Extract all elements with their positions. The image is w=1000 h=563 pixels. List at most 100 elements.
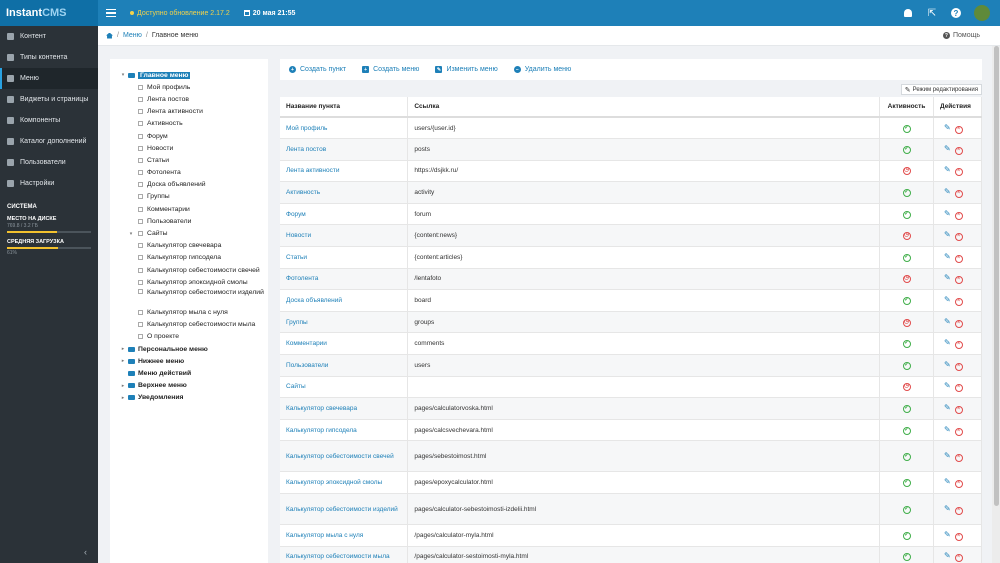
tree-item-node[interactable]: ▾ Сайты (110, 227, 268, 239)
delete-x-icon[interactable]: × (954, 480, 963, 489)
expand-arrow-icon[interactable]: ▸ (120, 358, 126, 364)
edit-mode-button[interactable]: ✎ Режим редактирования (900, 84, 982, 95)
edit-pencil-icon[interactable]: ✎ (944, 551, 951, 560)
active-check-icon[interactable]: ✓ (902, 426, 911, 435)
active-check-icon[interactable]: ✓ (902, 340, 911, 349)
sidebar-item-0[interactable]: Контент (0, 26, 98, 47)
tree-item-node[interactable]: Статьи (110, 154, 268, 166)
tree-menu-node[interactable]: Меню действий (110, 367, 268, 379)
edit-pencil-icon[interactable]: ✎ (944, 425, 951, 434)
sidebar-item-3[interactable]: Виджеты и страницы (0, 89, 98, 110)
active-check-icon[interactable]: ✓ (902, 553, 911, 562)
delete-x-icon[interactable]: × (954, 384, 963, 393)
item-name-link[interactable]: Фотолента (280, 268, 409, 291)
sidebar-item-1[interactable]: Типы контента (0, 47, 98, 68)
delete-x-icon[interactable]: × (954, 276, 963, 285)
delete-x-icon[interactable]: × (954, 211, 963, 220)
tree-item-node[interactable]: Калькулятор себестоимости свечей (110, 264, 268, 276)
delete-x-icon[interactable]: × (954, 453, 963, 462)
sidebar-item-7[interactable]: Настройки (0, 173, 98, 194)
create-item-button[interactable]: + Создать пункт (289, 66, 346, 73)
expand-arrow-icon[interactable]: ▸ (120, 346, 126, 352)
active-check-icon[interactable]: ✓ (902, 479, 911, 488)
hamburger-menu-icon[interactable] (106, 7, 116, 20)
active-check-icon[interactable]: ✓ (902, 124, 911, 133)
item-name-link[interactable]: Калькулятор себестоимости свечей (280, 440, 409, 473)
edit-pencil-icon[interactable]: ✎ (944, 144, 951, 153)
page-scrollbar[interactable] (992, 46, 1000, 563)
logo[interactable]: Instant CMS (0, 0, 98, 26)
item-name-link[interactable]: Лента постов (280, 138, 409, 161)
help-icon[interactable]: ? (950, 7, 962, 19)
delete-x-icon[interactable]: × (954, 319, 963, 328)
help-link[interactable]: ? Помощь (942, 32, 980, 39)
tree-menu-node[interactable]: ▸ Нижнее меню (110, 355, 268, 367)
bell-icon[interactable] (902, 7, 914, 19)
active-check-icon[interactable]: ✓ (902, 145, 911, 154)
tree-menu-node[interactable]: ▸ Верхнее меню (110, 380, 268, 392)
active-check-icon[interactable]: ✓ (902, 210, 911, 219)
tree-item-node[interactable]: Лента постов (110, 93, 268, 105)
delete-x-icon[interactable]: × (954, 406, 963, 415)
active-check-icon[interactable]: ✓ (902, 297, 911, 306)
tree-item-node[interactable]: Пользователи (110, 215, 268, 227)
expand-arrow-icon[interactable]: ▾ (120, 72, 126, 78)
edit-pencil-icon[interactable]: ✎ (944, 360, 951, 369)
edit-pencil-icon[interactable]: ✎ (944, 123, 951, 132)
item-name-link[interactable]: Доска объявлений (280, 289, 409, 312)
tree-item-node[interactable]: Калькулятор себестоимости изделий (110, 288, 268, 306)
tree-item-node[interactable]: Калькулятор себестоимости мыла (110, 319, 268, 331)
edit-pencil-icon[interactable]: ✎ (944, 252, 951, 261)
edit-pencil-icon[interactable]: ✎ (944, 477, 951, 486)
edit-pencil-icon[interactable]: ✎ (944, 187, 951, 196)
breadcrumb-menu-link[interactable]: Меню (123, 32, 142, 39)
delete-x-icon[interactable]: × (954, 427, 963, 436)
col-name[interactable]: Название пункта (280, 97, 409, 118)
tree-item-node[interactable]: Форум (110, 130, 268, 142)
expand-arrow-icon[interactable]: ▸ (120, 383, 126, 389)
sidebar-item-2[interactable]: Меню (0, 68, 98, 89)
inactive-clock-icon[interactable]: ◷ (902, 275, 911, 284)
delete-x-icon[interactable]: × (954, 532, 963, 541)
sidebar-item-4[interactable]: Компоненты (0, 110, 98, 131)
create-menu-button[interactable]: + Создать меню (362, 66, 419, 73)
delete-x-icon[interactable]: × (954, 254, 963, 263)
col-active[interactable]: Активность (879, 97, 934, 118)
inactive-clock-icon[interactable]: ◷ (902, 232, 911, 241)
edit-pencil-icon[interactable]: ✎ (944, 338, 951, 347)
item-name-link[interactable]: Калькулятор себестоимости мыла (280, 546, 409, 563)
delete-menu-button[interactable]: − Удалить меню (513, 66, 571, 73)
tree-item-node[interactable]: Группы (110, 191, 268, 203)
edit-pencil-icon[interactable]: ✎ (944, 209, 951, 218)
update-notice[interactable]: Доступно обновление 2.17.2 (130, 10, 230, 17)
edit-pencil-icon[interactable]: ✎ (944, 295, 951, 304)
item-name-link[interactable]: Новости (280, 224, 409, 248)
tree-item-node[interactable]: Мой профиль (110, 81, 268, 93)
inactive-clock-icon[interactable]: ◷ (902, 318, 911, 327)
tree-item-node[interactable]: Активность (110, 118, 268, 130)
edit-pencil-icon[interactable]: ✎ (944, 381, 951, 390)
avatar[interactable] (974, 5, 990, 21)
tree-item-node[interactable]: Калькулятор свечевара (110, 240, 268, 252)
expand-arrow-icon[interactable]: ▸ (120, 395, 126, 401)
delete-x-icon[interactable]: × (954, 362, 963, 371)
edit-pencil-icon[interactable]: ✎ (944, 504, 951, 513)
tree-item-node[interactable]: Калькулятор эпоксидной смолы (110, 276, 268, 288)
edit-pencil-icon[interactable]: ✎ (944, 317, 951, 326)
sidebar-item-5[interactable]: Каталог дополнений (0, 131, 98, 152)
tree-item-node[interactable]: Комментарии (110, 203, 268, 215)
home-icon[interactable] (106, 32, 113, 39)
expand-arrow-icon[interactable]: ▾ (128, 231, 134, 237)
delete-x-icon[interactable]: × (954, 554, 963, 563)
scroll-thumb[interactable] (993, 46, 999, 506)
item-name-link[interactable]: Комментарии (280, 332, 409, 356)
active-check-icon[interactable]: ✓ (902, 405, 911, 414)
active-check-icon[interactable]: ✓ (902, 505, 911, 514)
item-name-link[interactable]: Статьи (280, 246, 409, 269)
item-name-link[interactable]: Пользователи (280, 354, 409, 377)
edit-pencil-icon[interactable]: ✎ (944, 403, 951, 412)
tree-item-node[interactable]: Калькулятор гипсодела (110, 252, 268, 264)
edit-pencil-icon[interactable]: ✎ (944, 451, 951, 460)
active-check-icon[interactable]: ✓ (902, 253, 911, 262)
tree-item-node[interactable]: Фотолента (110, 167, 268, 179)
